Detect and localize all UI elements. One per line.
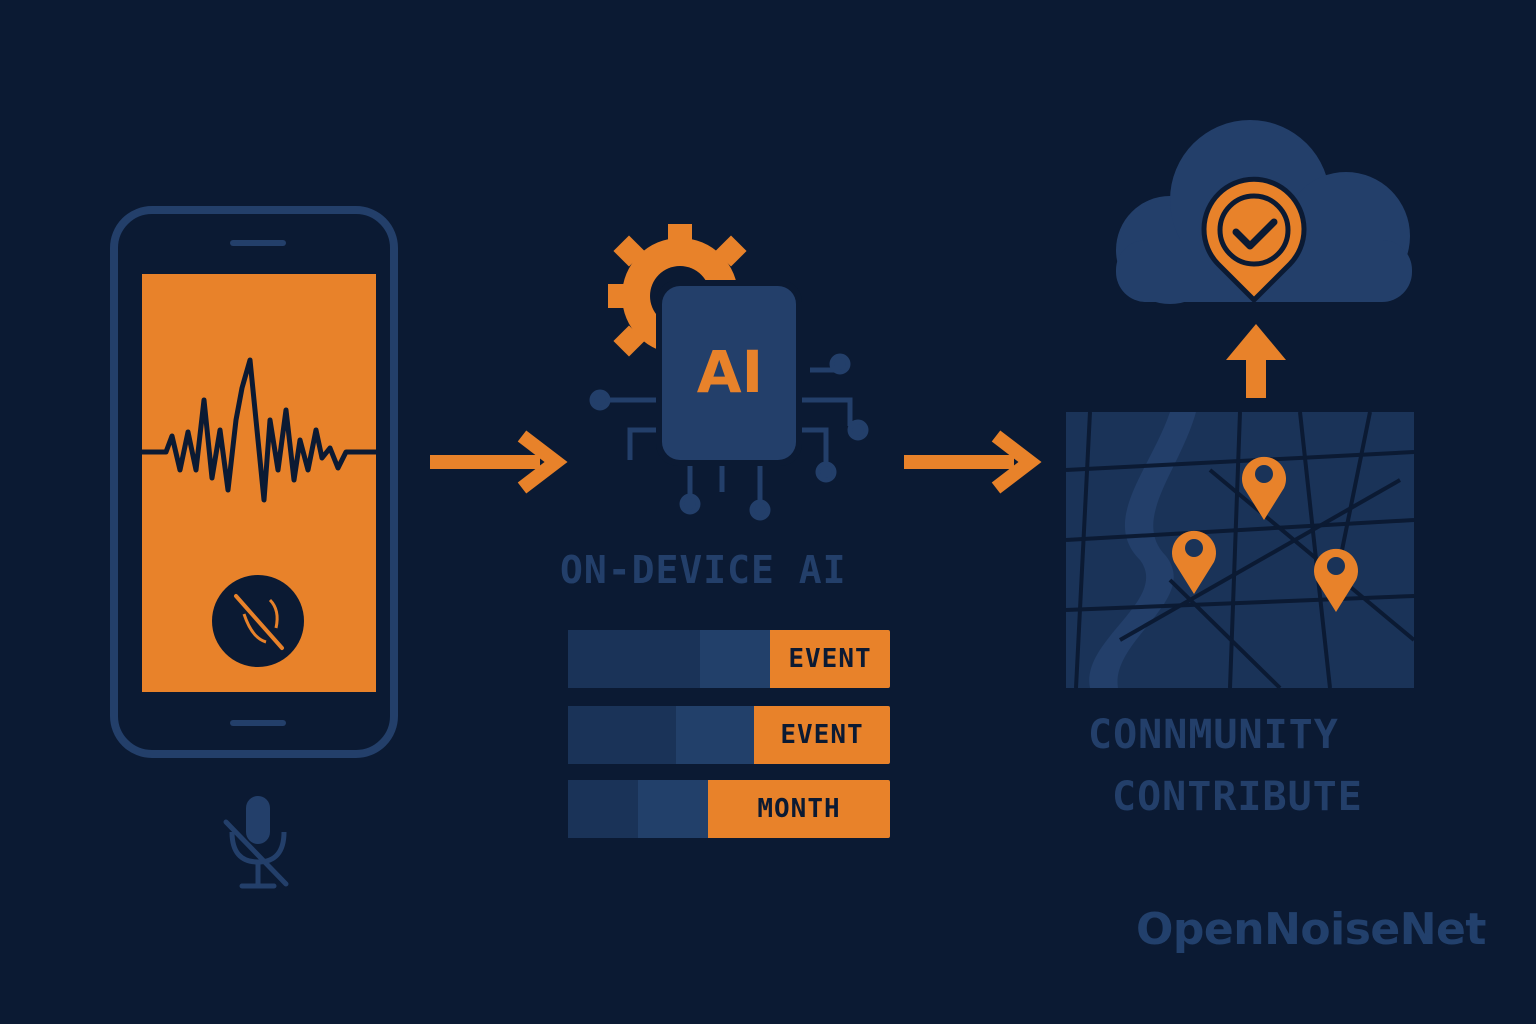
map-icon	[1065, 411, 1416, 690]
community-caption-line2: CONTRIBUTE	[1112, 774, 1363, 820]
event-tag: EVENT	[754, 706, 890, 764]
month-tag: MONTH	[708, 780, 890, 838]
event-bar: EVENT	[568, 630, 890, 688]
event-bar: EVENT	[568, 706, 890, 764]
ai-chip-label: AI	[696, 338, 764, 406]
month-bar: MONTH	[568, 780, 890, 838]
muted-microphone-icon	[223, 796, 289, 889]
smartphone-icon	[110, 206, 398, 758]
brand-logo: OpenNoiseNet	[1136, 904, 1486, 955]
on-device-ai-caption: ON-DEVICE AI	[560, 548, 847, 592]
arrow-right-icon	[904, 430, 1042, 494]
event-tag: EVENT	[770, 630, 890, 688]
diagram-canvas	[110, 120, 1416, 889]
arrow-right-icon	[430, 430, 568, 494]
arrow-up-icon	[1226, 324, 1286, 398]
community-caption-line1: CONNMUNITY	[1088, 712, 1339, 758]
mute-badge-icon	[212, 575, 304, 667]
